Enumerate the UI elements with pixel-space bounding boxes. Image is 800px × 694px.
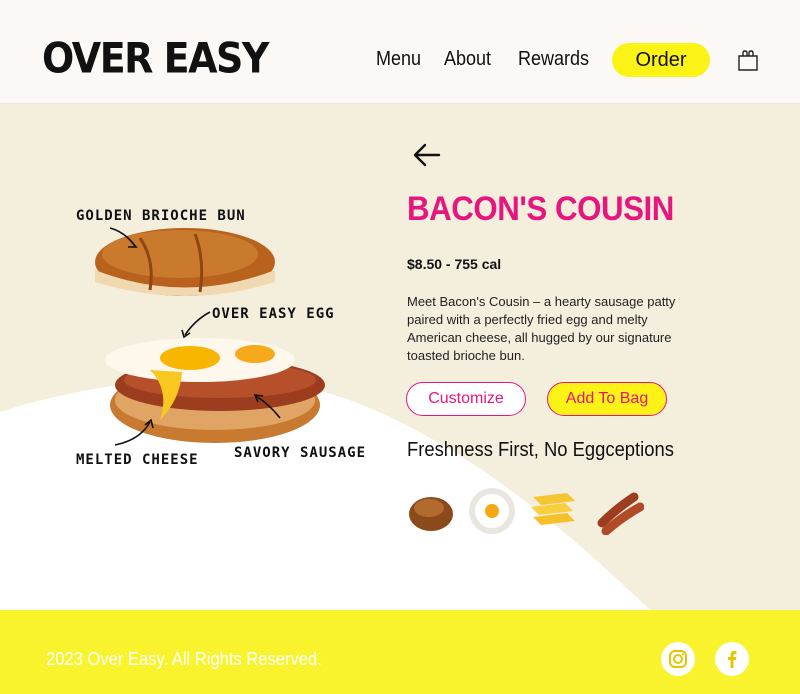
nav-about[interactable]: About — [444, 48, 491, 71]
logo[interactable]: OVER EASY — [42, 34, 269, 82]
tagline: Freshness First, No Eggceptions — [407, 439, 674, 461]
product-title: BACON'S COUSIN — [407, 190, 674, 228]
cheese-slices-icon — [531, 493, 575, 525]
product-price-calories: $8.50 - 755 cal — [407, 256, 502, 272]
sausage-icon — [597, 492, 644, 535]
callout-bun: GOLDEN BRIOCHE BUN — [76, 208, 246, 224]
arrow-left-icon[interactable] — [412, 142, 442, 168]
product-description: Meet Bacon's Cousin – a hearty sausage p… — [407, 294, 676, 363]
order-button[interactable]: Order — [612, 43, 710, 77]
callout-egg: OVER EASY EGG — [212, 306, 335, 322]
site-footer: 2023 Over Easy. All Rights Reserved. — [0, 610, 800, 694]
add-to-bag-button[interactable]: Add To Bag — [547, 382, 667, 416]
facebook-icon[interactable] — [715, 642, 749, 676]
site-header: OVER EASY Menu About Rewards Order — [0, 0, 800, 104]
burger-image — [95, 227, 325, 446]
nav-menu[interactable]: Menu — [376, 48, 421, 71]
callout-cheese: MELTED CHEESE — [76, 452, 199, 468]
fried-egg-icon — [469, 488, 515, 534]
nav-rewards[interactable]: Rewards — [518, 48, 589, 71]
instagram-glyph — [669, 650, 687, 668]
copyright-text: 2023 Over Easy. All Rights Reserved. — [46, 649, 322, 669]
customize-button[interactable]: Customize — [406, 382, 526, 416]
callout-sausage: SAVORY SAUSAGE — [234, 445, 367, 461]
facebook-glyph — [728, 651, 737, 668]
instagram-icon[interactable] — [661, 642, 695, 676]
brioche-bun-icon — [409, 497, 453, 531]
shopping-bag-icon[interactable] — [736, 49, 760, 73]
